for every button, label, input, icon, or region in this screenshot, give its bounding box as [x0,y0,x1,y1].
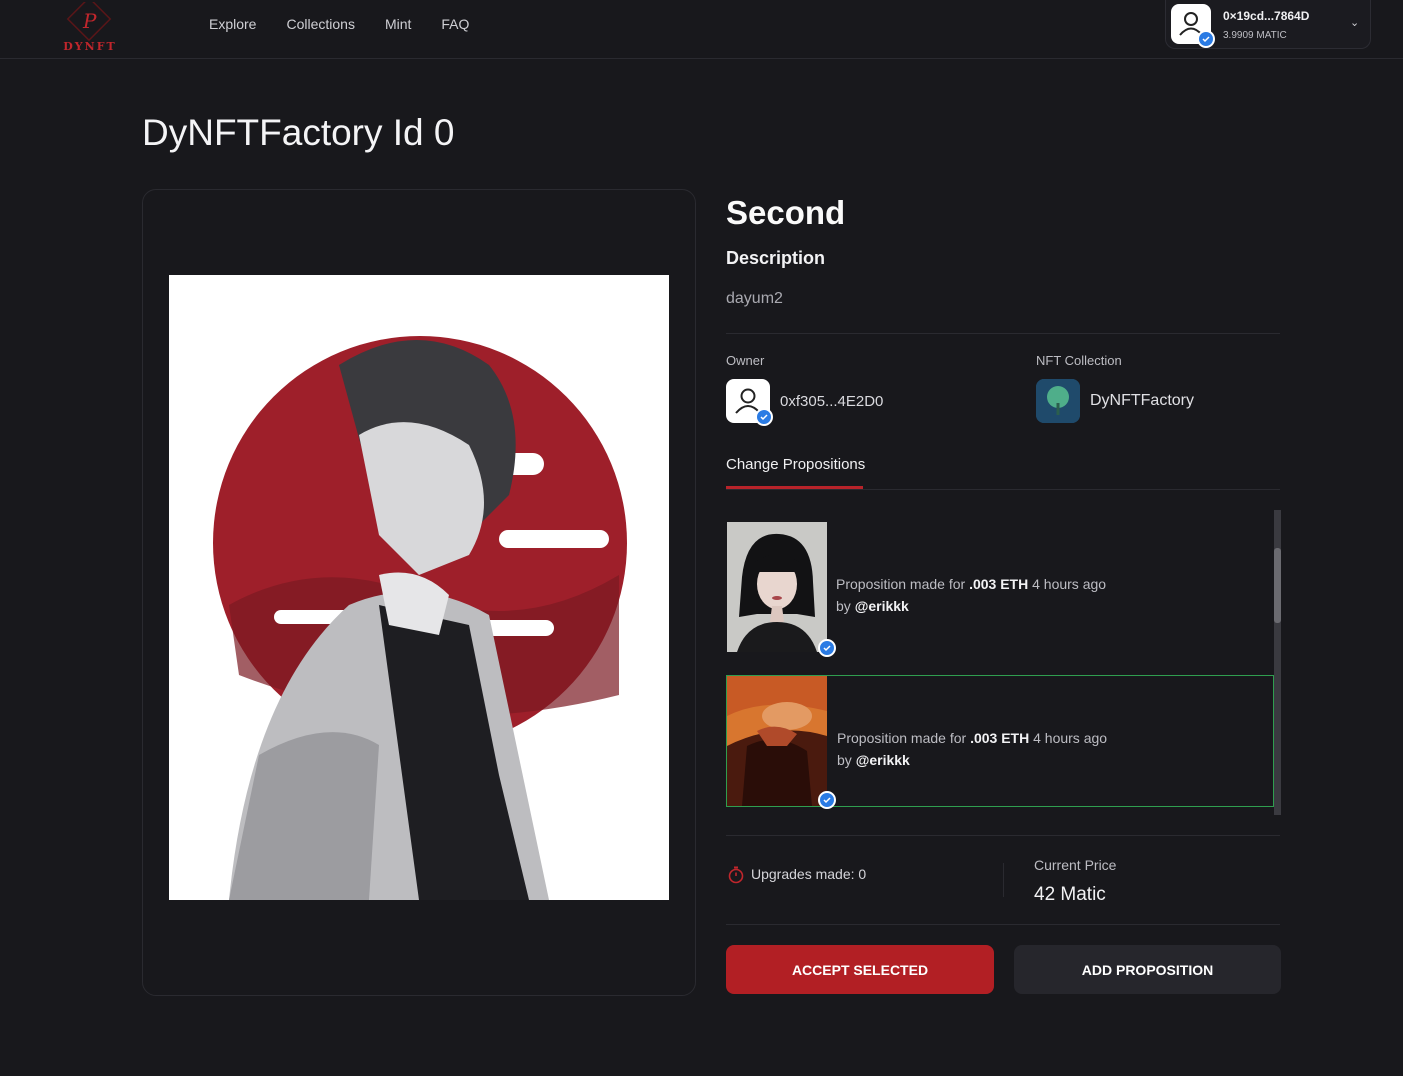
wallet-balance: 3.9909 MATIC [1223,30,1287,41]
scrollbar-thumb[interactable] [1274,548,1281,623]
nft-artwork [169,275,669,900]
nav-link-collections[interactable]: Collections [286,16,354,32]
wallet-address: 0×19cd...7864D [1223,9,1310,23]
wallet-dropdown[interactable]: 0×19cd...7864D 3.9909 MATIC ⌄ [1165,0,1371,49]
proposition-user-link[interactable]: @erikkk [855,598,909,614]
verified-badge-icon [1197,30,1215,48]
nft-name: Second [726,194,846,231]
proposition-author: by @erikkk [837,752,910,768]
proposition-thumbnail [727,522,827,652]
description-text: dayum2 [726,290,783,307]
top-navbar: P DYNFT Explore Collections Mint FAQ 0×1… [0,0,1403,59]
nav-link-explore[interactable]: Explore [209,16,256,32]
dynft-logo[interactable]: P DYNFT [50,0,130,54]
logo-diamond-icon: P [66,0,112,42]
stopwatch-icon [728,866,744,889]
collection-name[interactable]: DyNFTFactory [1090,392,1194,410]
proposition-author: by @erikkk [836,598,909,614]
price-label: Current Price [1034,857,1117,873]
proposition-text: Proposition made for .003 ETH 4 hours ag… [837,730,1108,746]
wallet-avatar [1171,4,1215,48]
owner-avatar[interactable] [726,379,773,426]
tab-change-propositions[interactable]: Change Propositions [726,456,865,473]
owner-label: Owner [726,353,765,368]
logo-text: DYNFT [63,40,117,53]
proposition-item[interactable]: Proposition made for .003 ETH 4 hours ag… [726,522,1274,657]
nav-links: Explore Collections Mint FAQ [209,16,499,32]
tab-divider [726,489,1280,490]
accept-selected-button[interactable]: ACCEPT SELECTED [726,945,994,994]
proposition-text: Proposition made for .003 ETH 4 hours ag… [836,576,1107,592]
proposition-user-link[interactable]: @erikkk [856,752,910,768]
nav-link-faq[interactable]: FAQ [441,16,469,32]
tree-icon [1036,379,1080,423]
proposition-item-selected[interactable]: Proposition made for .003 ETH 4 hours ag… [726,675,1274,809]
collection-avatar[interactable] [1036,379,1080,423]
nft-image-card [142,189,696,996]
page-title: DyNFTFactory Id 0 [142,112,455,153]
nav-link-mint[interactable]: Mint [385,16,411,32]
verified-badge-icon [818,639,836,657]
svg-text:P: P [82,9,97,33]
chevron-down-icon[interactable]: ⌄ [1350,16,1359,29]
collection-label: NFT Collection [1036,353,1122,368]
divider [726,924,1280,925]
divider [726,835,1280,836]
verified-badge-icon [818,791,836,809]
add-proposition-button[interactable]: ADD PROPOSITION [1014,945,1281,994]
propositions-list[interactable]: Proposition made for .003 ETH 4 hours ag… [726,510,1281,815]
proposition-thumbnail [727,676,827,806]
description-heading: Description [726,248,826,268]
vertical-divider [1003,863,1004,897]
owner-address[interactable]: 0xf305...4E2D0 [780,393,883,410]
divider [726,333,1280,334]
verified-badge-icon [755,408,773,426]
current-price: 42 Matic [1034,884,1106,905]
upgrades-count: Upgrades made: 0 [751,866,867,882]
